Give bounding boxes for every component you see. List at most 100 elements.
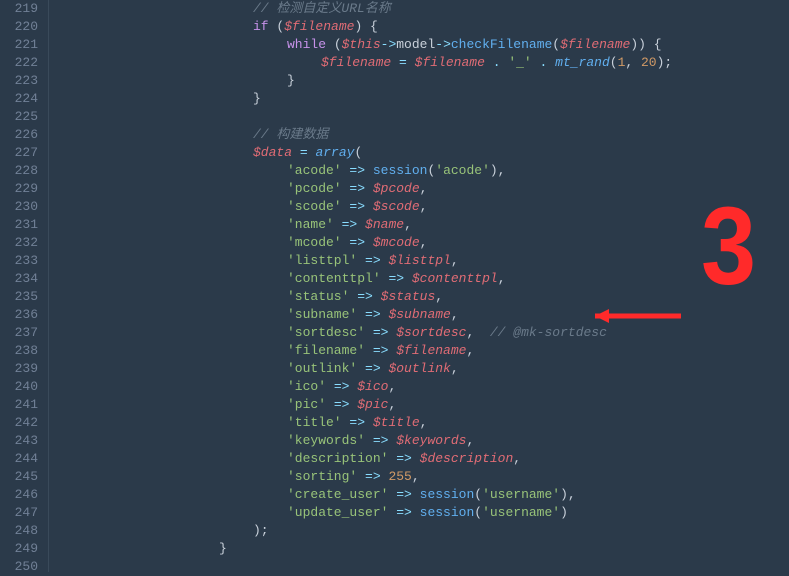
- token-var: $pic: [357, 397, 388, 412]
- code-line[interactable]: 'pcode' => $pcode,: [61, 180, 789, 198]
- line-number: 248: [6, 522, 38, 540]
- line-number: 225: [6, 108, 38, 126]
- code-line[interactable]: 'subname' => $subname,: [61, 306, 789, 324]
- token-pun: [326, 379, 334, 394]
- token-str: 'name': [287, 217, 334, 232]
- token-var: $filename: [321, 55, 391, 70]
- code-line[interactable]: if ($filename) {: [61, 18, 789, 36]
- code-line[interactable]: }: [61, 72, 789, 90]
- token-op: ->: [381, 37, 397, 52]
- code-line[interactable]: 'name' => $name,: [61, 216, 789, 234]
- code-line[interactable]: );: [61, 522, 789, 540]
- code-line[interactable]: $data = array(: [61, 144, 789, 162]
- token-pun: ,: [451, 307, 459, 322]
- token-str: 'description': [287, 451, 388, 466]
- code-line[interactable]: 'title' => $title,: [61, 414, 789, 432]
- token-pun: ,: [625, 55, 641, 70]
- code-line[interactable]: 'status' => $status,: [61, 288, 789, 306]
- token-str: 'pic': [287, 397, 326, 412]
- line-number: 244: [6, 450, 38, 468]
- token-pun: [365, 343, 373, 358]
- code-line[interactable]: [61, 108, 789, 126]
- token-var: $keywords: [396, 433, 466, 448]
- code-line[interactable]: // 构建数据: [61, 126, 789, 144]
- code-line[interactable]: 'acode' => session('acode'),: [61, 162, 789, 180]
- token-pun: [357, 469, 365, 484]
- code-line[interactable]: 'filename' => $filename,: [61, 342, 789, 360]
- token-pun: ,: [404, 217, 412, 232]
- token-pun: ,: [420, 199, 428, 214]
- token-op: =>: [365, 361, 381, 376]
- token-pun: [357, 217, 365, 232]
- line-number: 247: [6, 504, 38, 522]
- token-var: $status: [381, 289, 436, 304]
- token-kw: while: [287, 37, 326, 52]
- code-line[interactable]: [61, 558, 789, 576]
- code-line[interactable]: 'keywords' => $keywords,: [61, 432, 789, 450]
- token-pun: ,: [435, 289, 443, 304]
- token-pun: [412, 451, 420, 466]
- token-pun: ,: [420, 181, 428, 196]
- code-line[interactable]: 'scode' => $scode,: [61, 198, 789, 216]
- line-number: 236: [6, 306, 38, 324]
- code-line[interactable]: 'contenttpl' => $contenttpl,: [61, 270, 789, 288]
- token-pun: ,: [466, 325, 489, 340]
- token-pun: }: [287, 73, 295, 88]
- line-number: 226: [6, 126, 38, 144]
- token-str: 'contenttpl': [287, 271, 381, 286]
- token-var: $filename: [284, 19, 354, 34]
- token-pun: ,: [498, 271, 506, 286]
- token-str: 'keywords': [287, 433, 365, 448]
- token-var: $scode: [373, 199, 420, 214]
- code-line[interactable]: 'outlink' => $outlink,: [61, 360, 789, 378]
- token-str: 'sortdesc': [287, 325, 365, 340]
- code-line[interactable]: 'pic' => $pic,: [61, 396, 789, 414]
- token-var: $description: [420, 451, 514, 466]
- token-cmt: // 构建数据: [253, 127, 328, 142]
- token-pun: [485, 55, 493, 70]
- token-pun: (: [269, 19, 285, 34]
- line-number: 237: [6, 324, 38, 342]
- token-pun: ,: [513, 451, 521, 466]
- code-line[interactable]: 'listtpl' => $listtpl,: [61, 252, 789, 270]
- code-line[interactable]: }: [61, 90, 789, 108]
- token-pun: [412, 505, 420, 520]
- token-op: =>: [334, 379, 350, 394]
- token-var: $ico: [357, 379, 388, 394]
- code-line[interactable]: 'description' => $description,: [61, 450, 789, 468]
- token-str: 'update_user': [287, 505, 388, 520]
- code-line[interactable]: 'create_user' => session('username'),: [61, 486, 789, 504]
- token-op: =>: [373, 343, 389, 358]
- token-pun: [365, 181, 373, 196]
- code-line[interactable]: }: [61, 540, 789, 558]
- token-str: 'sorting': [287, 469, 357, 484]
- token-pun: [532, 55, 540, 70]
- token-pun: [365, 325, 373, 340]
- code-line[interactable]: // 检测自定义URL名称: [61, 0, 789, 18]
- code-line[interactable]: 'sorting' => 255,: [61, 468, 789, 486]
- token-cmt: // @mk-sortdesc: [490, 325, 607, 340]
- token-op: =>: [396, 451, 412, 466]
- token-var: $title: [373, 415, 420, 430]
- token-str: 'username': [482, 505, 560, 520]
- code-line[interactable]: $filename = $filename . '_' . mt_rand(1,…: [61, 54, 789, 72]
- line-number: 246: [6, 486, 38, 504]
- token-pun: (: [610, 55, 618, 70]
- token-var: $pcode: [373, 181, 420, 196]
- code-line[interactable]: 'ico' => $ico,: [61, 378, 789, 396]
- line-number: 220: [6, 18, 38, 36]
- token-str: '_': [508, 55, 531, 70]
- code-line[interactable]: 'sortdesc' => $sortdesc, // @mk-sortdesc: [61, 324, 789, 342]
- code-editor[interactable]: 2192202212222232242252262272282292302312…: [0, 0, 789, 572]
- token-var: $filename: [560, 37, 630, 52]
- line-number: 231: [6, 216, 38, 234]
- code-line[interactable]: 'update_user' => session('username'): [61, 504, 789, 522]
- token-op: =>: [396, 505, 412, 520]
- code-line[interactable]: 'mcode' => $mcode,: [61, 234, 789, 252]
- code-line[interactable]: while ($this->model->checkFilename($file…: [61, 36, 789, 54]
- code-area[interactable]: // 检测自定义URL名称if ($filename) {while ($thi…: [49, 0, 789, 572]
- line-number: 229: [6, 180, 38, 198]
- token-this: $this: [342, 37, 381, 52]
- token-pun: }: [253, 91, 261, 106]
- token-var: $data: [253, 145, 292, 160]
